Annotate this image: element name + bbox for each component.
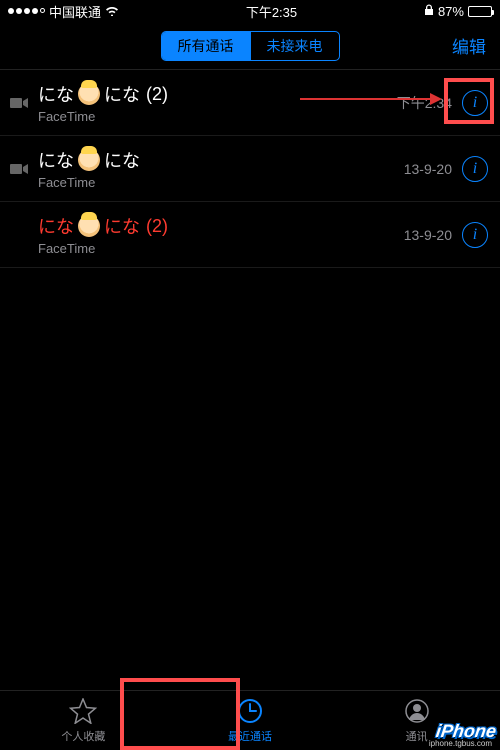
call-row[interactable]: にな にな (2) FaceTime 下午2:34 i — [0, 70, 500, 136]
call-subtitle: FaceTime — [38, 241, 404, 256]
carrier-label: 中国联通 — [49, 2, 101, 21]
status-time: 下午2:35 — [246, 2, 297, 21]
call-row[interactable]: にな にな (2) FaceTime 13-9-20 i — [0, 202, 500, 268]
call-main: にな にな (2) FaceTime — [38, 81, 397, 124]
segment-all-calls[interactable]: 所有通话 — [162, 32, 250, 60]
call-subtitle: FaceTime — [38, 175, 404, 190]
princess-emoji-icon — [78, 149, 100, 171]
call-time: 13-9-20 — [404, 227, 452, 243]
battery-icon — [468, 6, 492, 17]
clock-icon — [237, 697, 263, 725]
call-row[interactable]: にな にな FaceTime 13-9-20 i — [0, 136, 500, 202]
info-button[interactable]: i — [462, 222, 488, 248]
video-icon — [8, 163, 30, 175]
video-icon — [8, 97, 30, 109]
wifi-icon — [105, 4, 119, 19]
info-button[interactable]: i — [462, 90, 488, 116]
tab-label: 个人收藏 — [61, 728, 105, 744]
call-subtitle: FaceTime — [38, 109, 397, 124]
watermark-url: iphone.tgbus.com — [429, 739, 492, 748]
tab-label: 最近通话 — [228, 728, 272, 744]
call-main: にな にな FaceTime — [38, 147, 404, 190]
tab-favorites[interactable]: 个人收藏 — [0, 691, 167, 750]
info-button[interactable]: i — [462, 156, 488, 182]
annotation-arrow — [300, 98, 440, 100]
star-icon — [69, 697, 97, 725]
call-time: 下午2:34 — [397, 93, 452, 113]
signal-icon — [8, 8, 45, 14]
battery-percent: 87% — [438, 4, 464, 19]
lock-icon — [424, 4, 434, 19]
status-bar: 中国联通 下午2:35 87% — [0, 0, 500, 22]
princess-emoji-icon — [78, 215, 100, 237]
status-left: 中国联通 — [8, 2, 119, 21]
princess-emoji-icon — [78, 83, 100, 105]
edit-button[interactable]: 编辑 — [452, 33, 486, 58]
call-name: にな にな (2) — [38, 81, 397, 107]
call-time: 13-9-20 — [404, 161, 452, 177]
tab-recents[interactable]: 最近通话 — [167, 691, 334, 750]
call-main: にな にな (2) FaceTime — [38, 213, 404, 256]
tab-bar: 个人收藏 最近通话 通讯 — [0, 690, 500, 750]
contact-icon — [404, 697, 430, 725]
status-right: 87% — [424, 4, 492, 19]
call-name-missed: にな にな (2) — [38, 213, 404, 239]
call-name: にな にな — [38, 147, 404, 173]
tab-label: 通讯 — [406, 728, 428, 744]
call-filter-segmented: 所有通话 未接来电 — [161, 31, 340, 61]
nav-bar: 所有通话 未接来电 编辑 — [0, 22, 500, 70]
segment-missed-calls[interactable]: 未接来电 — [250, 32, 339, 60]
